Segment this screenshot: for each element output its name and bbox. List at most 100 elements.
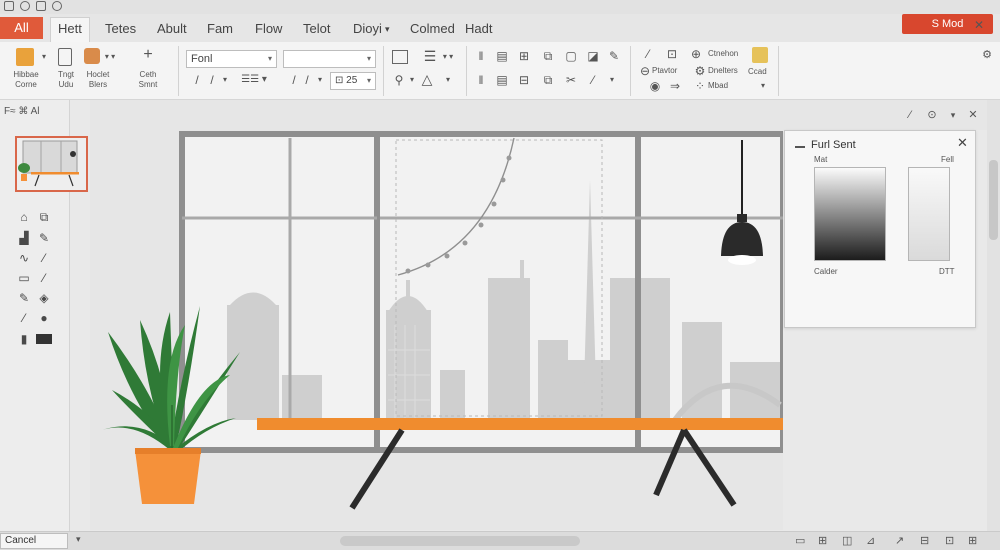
close-icon[interactable]: ✕	[966, 108, 980, 122]
refresh-icon[interactable]: ⊙	[925, 108, 939, 122]
chevron-down-icon[interactable]: ▾	[605, 73, 619, 87]
italic-icon[interactable]: /	[190, 73, 204, 87]
vertical-scrollbar[interactable]	[987, 100, 1000, 532]
tab-telot[interactable]: Telot	[296, 18, 337, 40]
chevron-down-icon[interactable]: ▾	[76, 534, 81, 545]
reading-view-icon[interactable]: ◫	[842, 534, 852, 547]
link-icon[interactable]: ⊡	[665, 47, 679, 61]
triangle-icon[interactable]: △	[420, 72, 434, 86]
arrows-icon[interactable]: ⇒	[665, 79, 685, 93]
chevron-down-icon[interactable]: ▾ ▾	[441, 50, 455, 64]
dots-icon[interactable]: ⁘	[693, 79, 707, 93]
tab-fam[interactable]: Fam	[200, 18, 240, 40]
slide-thumbnail-1[interactable]	[15, 136, 88, 192]
paste-icon[interactable]	[16, 48, 34, 66]
line-icon[interactable]: ⁄	[641, 47, 655, 61]
normal-view-icon[interactable]: ▭	[795, 534, 805, 547]
new-slide-icon[interactable]	[58, 48, 72, 66]
tab-flow[interactable]: Flow	[248, 18, 289, 40]
columns-icon[interactable]: ‖	[474, 49, 488, 63]
table2-icon[interactable]: ▤	[495, 73, 509, 87]
save-icon[interactable]	[4, 1, 14, 11]
chevron-down-icon[interactable]: ▾	[37, 50, 51, 64]
refresh-icon[interactable]: ⊖	[638, 64, 652, 78]
font-name-select[interactable]: Fonl ▾	[186, 50, 277, 68]
zoom-in-icon[interactable]: ⊡	[945, 534, 954, 547]
customize-icon[interactable]	[52, 1, 62, 11]
settings-icon[interactable]: ⚙	[693, 64, 707, 78]
copy2-icon[interactable]: ⧉	[541, 73, 555, 87]
chevron-down-icon[interactable]: ▾	[313, 73, 327, 87]
pencil-icon[interactable]: ✎	[607, 49, 621, 63]
chevron-down-icon[interactable]: ▾ ▾	[103, 50, 117, 64]
chevron-down-icon[interactable]: ▾	[378, 18, 397, 40]
tab-abult[interactable]: Abult	[150, 18, 194, 40]
pen-icon[interactable]: /	[287, 73, 301, 87]
eye-icon[interactable]: ◉	[648, 79, 662, 93]
chevron-down-icon[interactable]: ▾	[405, 73, 419, 87]
section-icon[interactable]: +	[141, 47, 155, 63]
cut-icon[interactable]: ✂	[564, 73, 578, 87]
lasso-tool-icon[interactable]: ∿	[16, 250, 32, 266]
crop-tool-icon[interactable]: ⧉	[36, 209, 52, 225]
edit-icon[interactable]: ◪	[586, 49, 600, 63]
chart-tool-icon[interactable]: ▟	[16, 230, 32, 246]
columns2-icon[interactable]: ‖	[474, 73, 488, 87]
styles-icon[interactable]	[752, 47, 768, 63]
chevron-down-icon[interactable]: ▾	[946, 108, 960, 122]
chevron-down-icon[interactable]: ▾	[441, 73, 455, 87]
tab-tetes[interactable]: Tetes	[98, 18, 143, 40]
undo-icon[interactable]	[20, 1, 30, 11]
pen2-icon[interactable]: /	[300, 73, 314, 87]
grid-icon[interactable]: ⊞	[517, 49, 531, 63]
close-icon[interactable]: ✕	[972, 18, 986, 32]
copy-icon[interactable]: ⧉	[541, 49, 555, 63]
shapes-icon[interactable]: ⚲	[392, 73, 406, 87]
tab-file[interactable]: All	[0, 17, 43, 39]
settings-icon[interactable]: ⚙	[980, 48, 994, 62]
close-icon[interactable]: ✕	[957, 135, 968, 151]
brush-icon[interactable]: ⁄	[586, 73, 600, 87]
redo-icon[interactable]	[36, 1, 46, 11]
list-icon[interactable]	[392, 50, 408, 64]
shape-tool-icon[interactable]: ⌂	[16, 209, 32, 225]
color-tool-icon[interactable]	[36, 334, 52, 344]
zoom-out-icon[interactable]: ⊟	[920, 534, 929, 547]
pen-tool-icon[interactable]: ⁄	[36, 250, 52, 266]
grid2-icon[interactable]: ⊟	[517, 73, 531, 87]
marker-tool-icon[interactable]: ⁄	[16, 310, 32, 326]
font-size-stepper[interactable]: ⊡ 25 ▾	[330, 72, 376, 90]
slideshow-icon[interactable]: ⊿	[866, 534, 875, 547]
page-icon[interactable]: ▢	[564, 49, 578, 63]
horizontal-scrollbar[interactable]	[340, 536, 580, 546]
fit-icon[interactable]: ↗	[895, 534, 904, 547]
tab-colmed[interactable]: Colmed	[403, 18, 462, 40]
highlighter-tool-icon[interactable]: ◈	[36, 290, 52, 306]
rect-tool-icon[interactable]: ▮	[16, 331, 32, 347]
eraser-tool-icon[interactable]: ▭	[16, 270, 32, 286]
pencil-tool-icon[interactable]: ✎	[16, 290, 32, 306]
slide-canvas[interactable]	[90, 100, 783, 530]
bullets-icon[interactable]: ☰	[421, 49, 439, 63]
slash-icon[interactable]: /	[205, 73, 219, 87]
font-size-select[interactable]: ▾	[283, 50, 376, 68]
pin-icon[interactable]: ⁄	[903, 108, 917, 122]
table-icon[interactable]: ▤	[495, 49, 509, 63]
chevron-down-icon[interactable]: ▾	[218, 73, 232, 87]
grid-view-icon[interactable]: ⊞	[818, 534, 827, 547]
brush-tool-icon[interactable]: ⁄	[36, 270, 52, 286]
gradient-swatch-dark[interactable]	[814, 167, 886, 261]
chevron-down-icon[interactable]: ▾	[756, 79, 770, 93]
scrollbar-thumb[interactable]	[989, 160, 998, 240]
tab-home[interactable]: Hett	[50, 17, 90, 43]
tab-hadt[interactable]: Hadt	[458, 18, 499, 40]
find-icon[interactable]: ⊕	[686, 47, 706, 61]
align-icon[interactable]: ☰☰ ▾	[234, 73, 274, 87]
edit-tool-icon[interactable]: ✎	[36, 230, 52, 246]
fill-tool-icon[interactable]: ●	[36, 310, 52, 326]
collapse-icon[interactable]	[795, 146, 805, 148]
layout-icon[interactable]	[84, 48, 100, 64]
status-cancel-field[interactable]: Cancel	[0, 533, 68, 549]
fit-slide-icon[interactable]: ⊞	[968, 534, 977, 547]
gradient-swatch-light[interactable]	[908, 167, 950, 261]
